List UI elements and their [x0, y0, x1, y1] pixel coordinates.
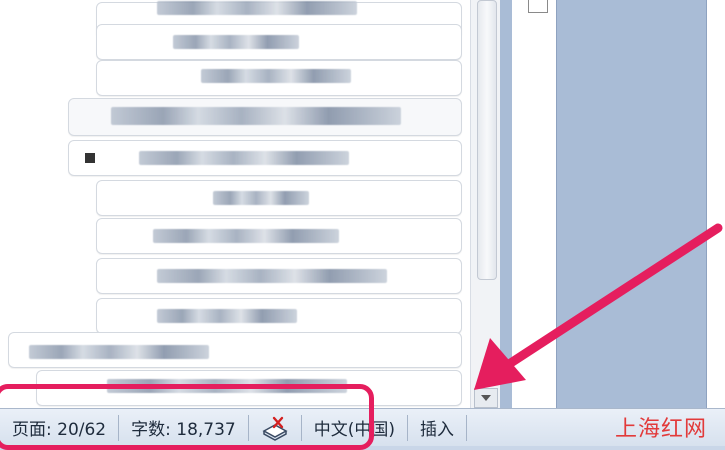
nav-scrollbar[interactable]	[470, 0, 501, 408]
navigation-pane	[0, 0, 470, 408]
page-number-indicator[interactable]: 页面: 20/62	[0, 409, 118, 446]
word-count-indicator[interactable]: 字数: 18,737	[119, 409, 248, 446]
scroll-down-arrow-icon[interactable]	[474, 388, 498, 408]
watermark-text: 上海红网	[615, 416, 708, 442]
nav-expand-icon[interactable]	[85, 153, 95, 163]
nav-heading-item[interactable]	[36, 370, 462, 406]
insert-mode-text: 插入	[420, 420, 455, 440]
nav-heading-text	[157, 269, 387, 283]
status-divider	[466, 414, 468, 441]
nav-heading-text	[157, 309, 297, 323]
page-number-text: 页面: 20/62	[12, 420, 107, 440]
nav-heading-item[interactable]	[8, 332, 462, 368]
nav-heading-item[interactable]	[96, 60, 462, 96]
nav-heading-item[interactable]	[96, 24, 462, 60]
proofing-book-icon	[262, 416, 288, 441]
proofing-button[interactable]	[249, 409, 301, 446]
document-page[interactable]	[512, 0, 557, 408]
nav-heading-item[interactable]	[68, 98, 462, 136]
nav-heading-text	[213, 191, 309, 205]
nav-heading-text	[111, 107, 401, 125]
nav-heading-text	[201, 69, 351, 83]
document-page-next[interactable]	[706, 0, 725, 408]
word-count-text: 字数: 18,737	[131, 420, 236, 440]
language-indicator[interactable]: 中文(中国)	[302, 409, 407, 446]
insert-mode-indicator[interactable]: 插入	[408, 409, 466, 446]
nav-heading-text	[173, 35, 299, 49]
nav-heading-item[interactable]	[96, 298, 462, 334]
nav-heading-text	[107, 379, 347, 393]
nav-heading-item[interactable]	[68, 140, 462, 176]
nav-heading-item[interactable]	[96, 258, 462, 294]
nav-heading-text	[29, 345, 209, 359]
page-corner-mark	[528, 0, 548, 13]
nav-heading-text	[139, 151, 349, 165]
language-text: 中文(中国)	[313, 420, 396, 440]
nav-heading-text	[153, 229, 339, 243]
nav-heading-item[interactable]	[96, 218, 462, 254]
nav-scroll-thumb[interactable]	[477, 0, 497, 280]
nav-heading-text	[157, 1, 357, 15]
nav-heading-item[interactable]	[96, 180, 462, 216]
